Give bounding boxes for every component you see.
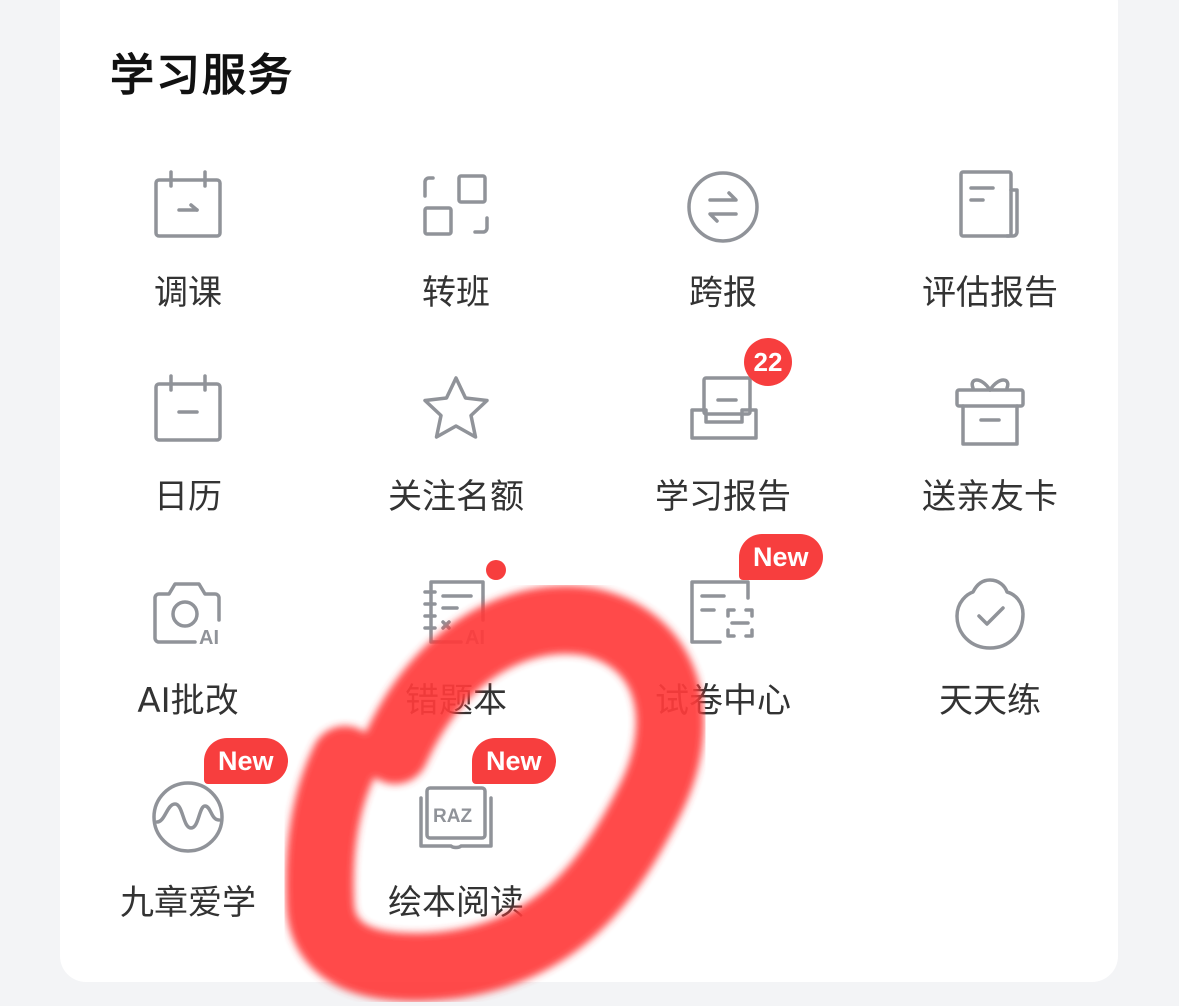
service-label: 转班 (422, 273, 490, 313)
svg-text:AI: AI (465, 627, 485, 649)
service-item-follow-quota[interactable]: 关注名额 (322, 372, 590, 572)
inbox-tray-icon (684, 372, 762, 450)
new-badge: New (204, 738, 288, 784)
red-dot-badge (486, 560, 506, 580)
gift-box-icon (951, 372, 1029, 450)
service-label: 天天练 (939, 681, 1041, 721)
service-label: 调课 (154, 273, 222, 313)
service-item-friend-card[interactable]: 送亲友卡 (856, 372, 1124, 572)
service-label: 试卷中心 (655, 681, 791, 721)
section-title: 学习服务 (110, 50, 294, 101)
service-item-jiuzhang-aixue[interactable]: New 九章爱学 (54, 738, 322, 978)
transfer-class-icon (417, 168, 495, 246)
service-item-transfer-class[interactable]: 转班 (322, 168, 590, 368)
service-item-cross-enroll[interactable]: 跨报 (589, 168, 857, 368)
service-item-adjust-class[interactable]: 调课 (54, 168, 322, 368)
notebook-ai-icon: AI (417, 576, 495, 654)
notification-count-badge: 22 (744, 338, 792, 386)
service-label: 评估报告 (922, 273, 1058, 313)
new-badge: New (739, 534, 823, 580)
service-label: 错题本 (405, 681, 507, 721)
calendar-adjust-icon (149, 168, 227, 246)
service-label: 日历 (154, 477, 222, 517)
exchange-circle-icon (684, 168, 762, 246)
service-label: 学习报告 (655, 477, 791, 517)
service-label: 绘本阅读 (388, 883, 524, 923)
svg-text:AI: AI (199, 627, 219, 649)
wave-circle-icon (149, 778, 227, 856)
star-icon (417, 372, 495, 450)
service-item-picture-book-reading[interactable]: RAZ New 绘本阅读 (322, 738, 590, 978)
document-report-icon (951, 168, 1029, 246)
service-label: 关注名额 (388, 477, 524, 517)
service-item-assessment-report[interactable]: 评估报告 (856, 168, 1124, 368)
new-badge: New (472, 738, 556, 784)
camera-ai-icon: AI (149, 576, 227, 654)
daily-practice-icon (951, 576, 1029, 654)
raz-book-icon: RAZ (417, 778, 495, 856)
service-label: 送亲友卡 (922, 477, 1058, 517)
service-item-calendar[interactable]: 日历 (54, 372, 322, 572)
exam-scan-icon (684, 576, 762, 654)
svg-text:RAZ: RAZ (433, 806, 472, 827)
service-item-exam-center[interactable]: New 试卷中心 (589, 534, 857, 776)
service-label: AI批改 (137, 681, 239, 721)
service-label: 九章爱学 (120, 883, 256, 923)
service-item-daily-practice[interactable]: 天天练 (856, 576, 1124, 776)
service-label: 跨报 (689, 273, 757, 313)
calendar-icon (149, 372, 227, 450)
